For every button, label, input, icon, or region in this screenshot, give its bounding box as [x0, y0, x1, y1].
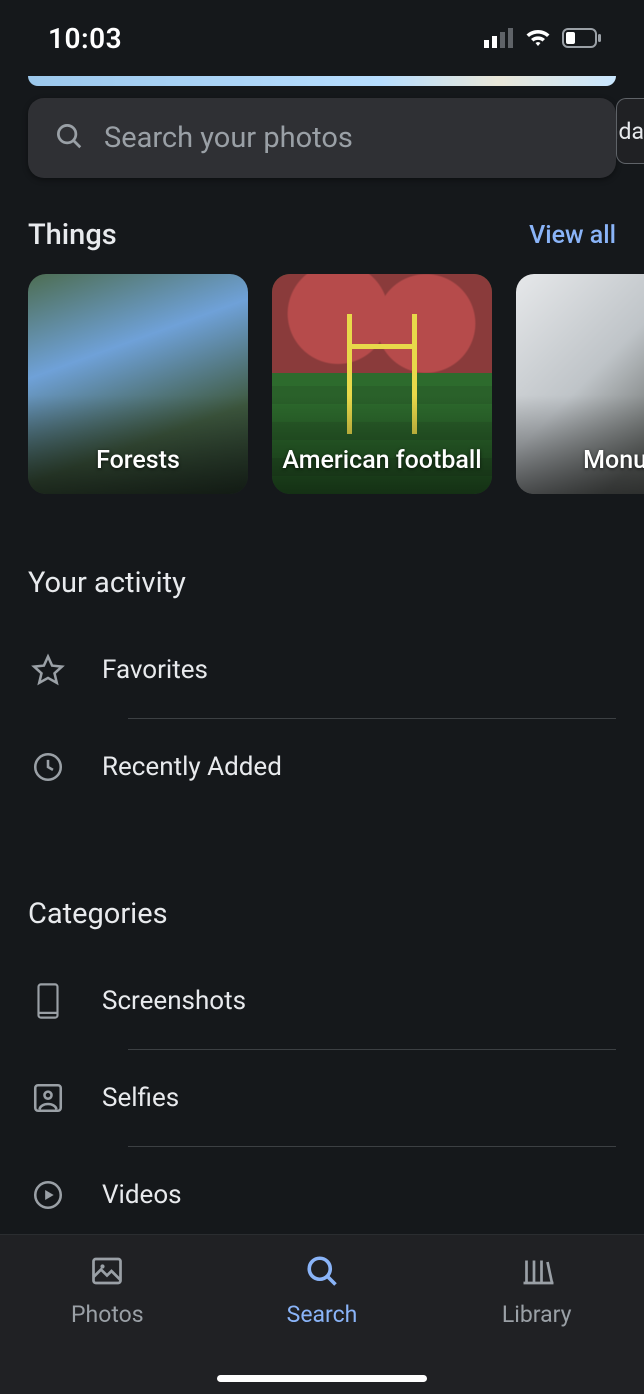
clock-icon: [28, 750, 68, 784]
thing-card-american-football[interactable]: American football: [272, 274, 492, 494]
activity-item-favorites[interactable]: Favorites: [28, 622, 616, 718]
selfie-icon: [28, 1081, 68, 1115]
search-icon: [304, 1253, 340, 1293]
category-item-videos[interactable]: Videos: [28, 1147, 616, 1243]
activity-item-recently-added[interactable]: Recently Added: [28, 719, 616, 815]
search-icon: [54, 121, 84, 155]
nav-library[interactable]: Library: [429, 1235, 644, 1394]
category-item-label: Selfies: [102, 1083, 179, 1113]
thing-label: Forests: [86, 446, 190, 476]
phone-icon: [28, 982, 68, 1020]
category-item-selfies[interactable]: Selfies: [28, 1050, 616, 1146]
thing-label: Monum: [573, 446, 644, 476]
things-carousel[interactable]: Forests American football Monum: [0, 260, 644, 494]
wifi-icon: [524, 28, 552, 48]
nav-search[interactable]: Search: [215, 1235, 430, 1394]
nav-photos[interactable]: Photos: [0, 1235, 215, 1394]
status-bar: 10:03: [0, 0, 644, 76]
status-icons: [484, 28, 602, 48]
partial-chip[interactable]: nda: [616, 98, 644, 164]
status-time: 10:03: [48, 22, 122, 55]
play-circle-icon: [28, 1178, 68, 1212]
battery-icon: [562, 28, 602, 48]
activity-item-label: Recently Added: [102, 752, 282, 782]
search-placeholder: Search your photos: [104, 121, 353, 155]
category-item-label: Videos: [102, 1180, 182, 1210]
library-icon: [519, 1253, 555, 1293]
things-header: Things View all: [0, 178, 644, 260]
search-bar[interactable]: Search your photos: [28, 98, 616, 178]
activity-item-label: Favorites: [102, 655, 208, 685]
view-all-link[interactable]: View all: [529, 221, 616, 250]
partial-chip-text: nda: [616, 118, 644, 145]
image-icon: [89, 1253, 125, 1293]
categories-list: Screenshots Selfies Videos: [0, 931, 644, 1244]
categories-title: Categories: [0, 825, 644, 931]
thing-card-monuments[interactable]: Monum: [516, 274, 644, 494]
cellular-icon: [484, 28, 514, 48]
nav-label: Library: [502, 1301, 572, 1328]
your-activity-title: Your activity: [0, 494, 644, 600]
star-icon: [28, 653, 68, 687]
bottom-nav: Photos Search Library: [0, 1234, 644, 1394]
thing-card-forests[interactable]: Forests: [28, 274, 248, 494]
nav-label: Search: [287, 1301, 358, 1328]
activity-list: Favorites Recently Added: [0, 600, 644, 815]
home-indicator[interactable]: [217, 1375, 427, 1382]
map-preview-sliver[interactable]: [28, 76, 616, 86]
category-item-label: Screenshots: [102, 986, 246, 1016]
thing-label: American football: [272, 446, 491, 476]
category-item-screenshots[interactable]: Screenshots: [28, 953, 616, 1049]
things-title: Things: [28, 218, 117, 252]
nav-label: Photos: [71, 1301, 144, 1328]
